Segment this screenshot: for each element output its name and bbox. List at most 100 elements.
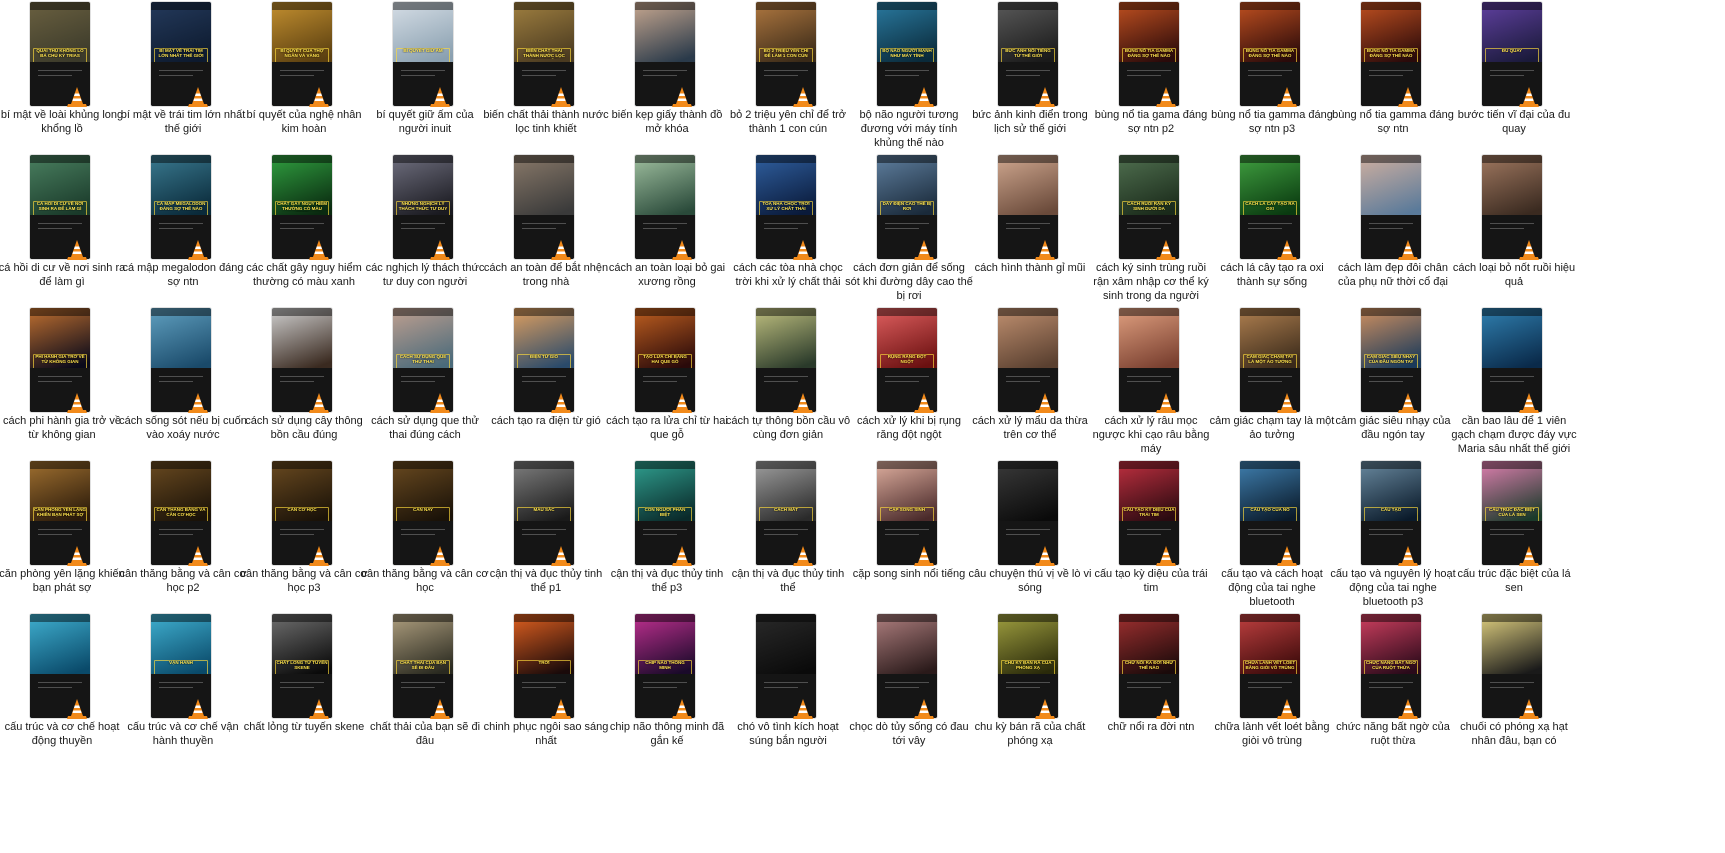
file-name-label: căn phòng yên lặng khiến bạn phát sợ: [0, 568, 125, 594]
vlc-cone-icon: [551, 546, 571, 566]
thumbnail-topbar: [1361, 2, 1421, 10]
thumbnail-text-line: [1369, 75, 1403, 77]
thumbnail-text-line: [401, 682, 445, 684]
thumbnail-text-line: [1490, 223, 1534, 225]
file-name-label: cách phi hành gia trở về từ không gian: [3, 415, 121, 441]
thumbnail-text-line: [159, 228, 193, 230]
file-name-label: cân thăng bằng và cân cơ học p2: [119, 568, 247, 594]
thumbnail-text-line: [401, 376, 445, 378]
thumbnail-text-line: [1006, 534, 1040, 536]
thumbnail-text-line: [1127, 376, 1171, 378]
thumbnail-caption: CÂN NAY: [412, 507, 434, 512]
thumbnail-text-line: [522, 381, 556, 383]
thumbnail-topbar: [272, 308, 332, 316]
thumbnail-topbar: [1119, 461, 1179, 469]
thumbnail-text-line: [643, 376, 687, 378]
thumbnail-topbar: [635, 461, 695, 469]
thumbnail-topbar: [151, 308, 211, 316]
thumbnail-topbar: [514, 614, 574, 622]
thumbnail-text-line: [643, 381, 677, 383]
file-name-label: cá mập megalodon đáng sợ ntn: [122, 262, 244, 288]
thumbnail-text-line: [643, 228, 677, 230]
thumbnail-topbar: [1119, 2, 1179, 10]
file-name-label: cấu tạo và cách hoạt động của tai nghe b…: [1221, 568, 1323, 608]
file-name-label: cá hồi di cư về nơi sinh ra để làm gì: [0, 262, 126, 288]
thumbnail-text-line: [1127, 70, 1171, 72]
thumbnail-caption: CÂN THĂNG BẰNG VÀ CÂN CƠ HỌC: [156, 507, 206, 517]
thumbnail-text-line: [885, 75, 919, 77]
thumbnail-text-line: [38, 381, 72, 383]
thumbnail-caption: BỘ NÃO NGƯỜI MẠNH NHƯ MÁY TÍNH: [882, 48, 932, 58]
vlc-cone-icon: [1398, 87, 1418, 107]
file-name-label: cặp song sinh nổi tiếng: [852, 568, 966, 580]
thumbnail-topbar: [1240, 155, 1300, 163]
thumbnail-text-line: [764, 75, 798, 77]
vlc-cone-icon: [551, 87, 571, 107]
vlc-cone-icon: [188, 240, 208, 260]
thumbnail-text-line: [522, 687, 556, 689]
file-name-label: cận thị và đục thủy tinh thể p3: [610, 568, 724, 594]
thumbnail-text-line: [1490, 529, 1534, 531]
thumbnail-text-line: [1248, 223, 1292, 225]
vlc-cone-icon: [1277, 87, 1297, 107]
file-name-label: chất thải của bạn sẽ đi đâu: [369, 721, 481, 747]
file-name-label: chức năng bất ngờ của ruột thừa: [1336, 721, 1450, 747]
file-name-label: cách xử lý râu mọc ngược khi cạo râu bằn…: [1092, 415, 1210, 455]
thumbnail-text-line: [38, 534, 72, 536]
thumbnail-text-line: [1127, 529, 1171, 531]
file-name-label: cách các tòa nhà chọc trời khi xử lý chấ…: [733, 262, 843, 288]
thumbnail-caption: TRỜI: [538, 660, 550, 665]
thumbnail-caption: CĂN PHÒNG YÊN LẶNG KHIẾN BẠN PHÁT SỢ: [34, 507, 86, 517]
vlc-cone-icon: [188, 393, 208, 413]
file-name-label: chọc dò tủy sống có đau tới vây: [849, 721, 969, 747]
thumbnail-topbar: [514, 461, 574, 469]
thumbnail-text-line: [1248, 381, 1282, 383]
thumbnail-text-line: [1006, 682, 1050, 684]
thumbnail-text-line: [522, 75, 556, 77]
file-name-label: chuối có phóng xạ hạt nhân đâu, bạn có: [1460, 721, 1568, 747]
thumbnail-text-line: [764, 70, 808, 72]
thumbnail-text-line: [1490, 70, 1534, 72]
file-name-label: chất lỏng từ tuyến skene: [243, 721, 365, 733]
thumbnail-topbar: [756, 308, 816, 316]
thumbnail-caption: PHI HÀNH GIA TRỞ VỀ TỪ KHÔNG GIAN: [35, 354, 85, 364]
thumbnail-topbar: [30, 155, 90, 163]
vlc-cone-icon: [67, 87, 87, 107]
thumbnail-text-line: [1127, 75, 1161, 77]
vlc-cone-icon: [551, 240, 571, 260]
thumbnail-text-line: [764, 687, 798, 689]
thumbnail-text-line: [1006, 381, 1040, 383]
thumbnail-topbar: [1361, 461, 1421, 469]
thumbnail-topbar: [756, 2, 816, 10]
thumbnail-caption: BIẾN CHẤT THẢI THÀNH NƯỚC LỌC TINH KHIẾT: [523, 48, 565, 59]
thumbnail-caption: ĐU QUAY: [1501, 48, 1523, 53]
vlc-cone-icon: [430, 546, 450, 566]
thumbnail-text-line: [280, 70, 324, 72]
thumbnail-text-line: [401, 223, 445, 225]
thumbnail-topbar: [1361, 155, 1421, 163]
thumbnail-text-line: [885, 687, 919, 689]
thumbnail-text-line: [280, 529, 324, 531]
thumbnail-text-line: [38, 70, 82, 72]
thumbnail-text-line: [38, 529, 82, 531]
thumbnail-topbar: [756, 461, 816, 469]
thumbnail-caption: TẠO LỬA CHỈ BẰNG HAI QUE GỖ: [643, 354, 687, 364]
thumbnail-text-line: [1248, 75, 1282, 77]
thumbnail-caption: BỎ 2 TRIỆU YÊN CHỈ ĐỂ LÀM 1 CON CÚN: [763, 48, 809, 58]
thumbnail-caption: BỨC ẢNH NỔI TIẾNG TỪ THẾ GIỚI: [1005, 48, 1051, 58]
thumbnail-topbar: [877, 2, 937, 10]
thumbnail-text-line: [1490, 376, 1534, 378]
thumbnail-topbar: [30, 2, 90, 10]
thumbnail-caption: CẤU TRÚC ĐẶC BIỆT CỦA LÁ SEN: [1489, 507, 1535, 517]
thumbnail-topbar: [1119, 614, 1179, 622]
thumbnail-text-line: [280, 223, 324, 225]
thumbnail-text-line: [38, 228, 72, 230]
thumbnail-text-line: [1127, 228, 1161, 230]
thumbnail-text-line: [1006, 529, 1050, 531]
vlc-cone-icon: [67, 240, 87, 260]
thumbnail-text-line: [1369, 228, 1403, 230]
thumbnail-text-line: [401, 75, 435, 77]
thumbnail-caption: CẶP SONG SINH: [889, 507, 925, 512]
thumbnail-text-line: [1127, 223, 1171, 225]
thumbnail-topbar: [1240, 614, 1300, 622]
